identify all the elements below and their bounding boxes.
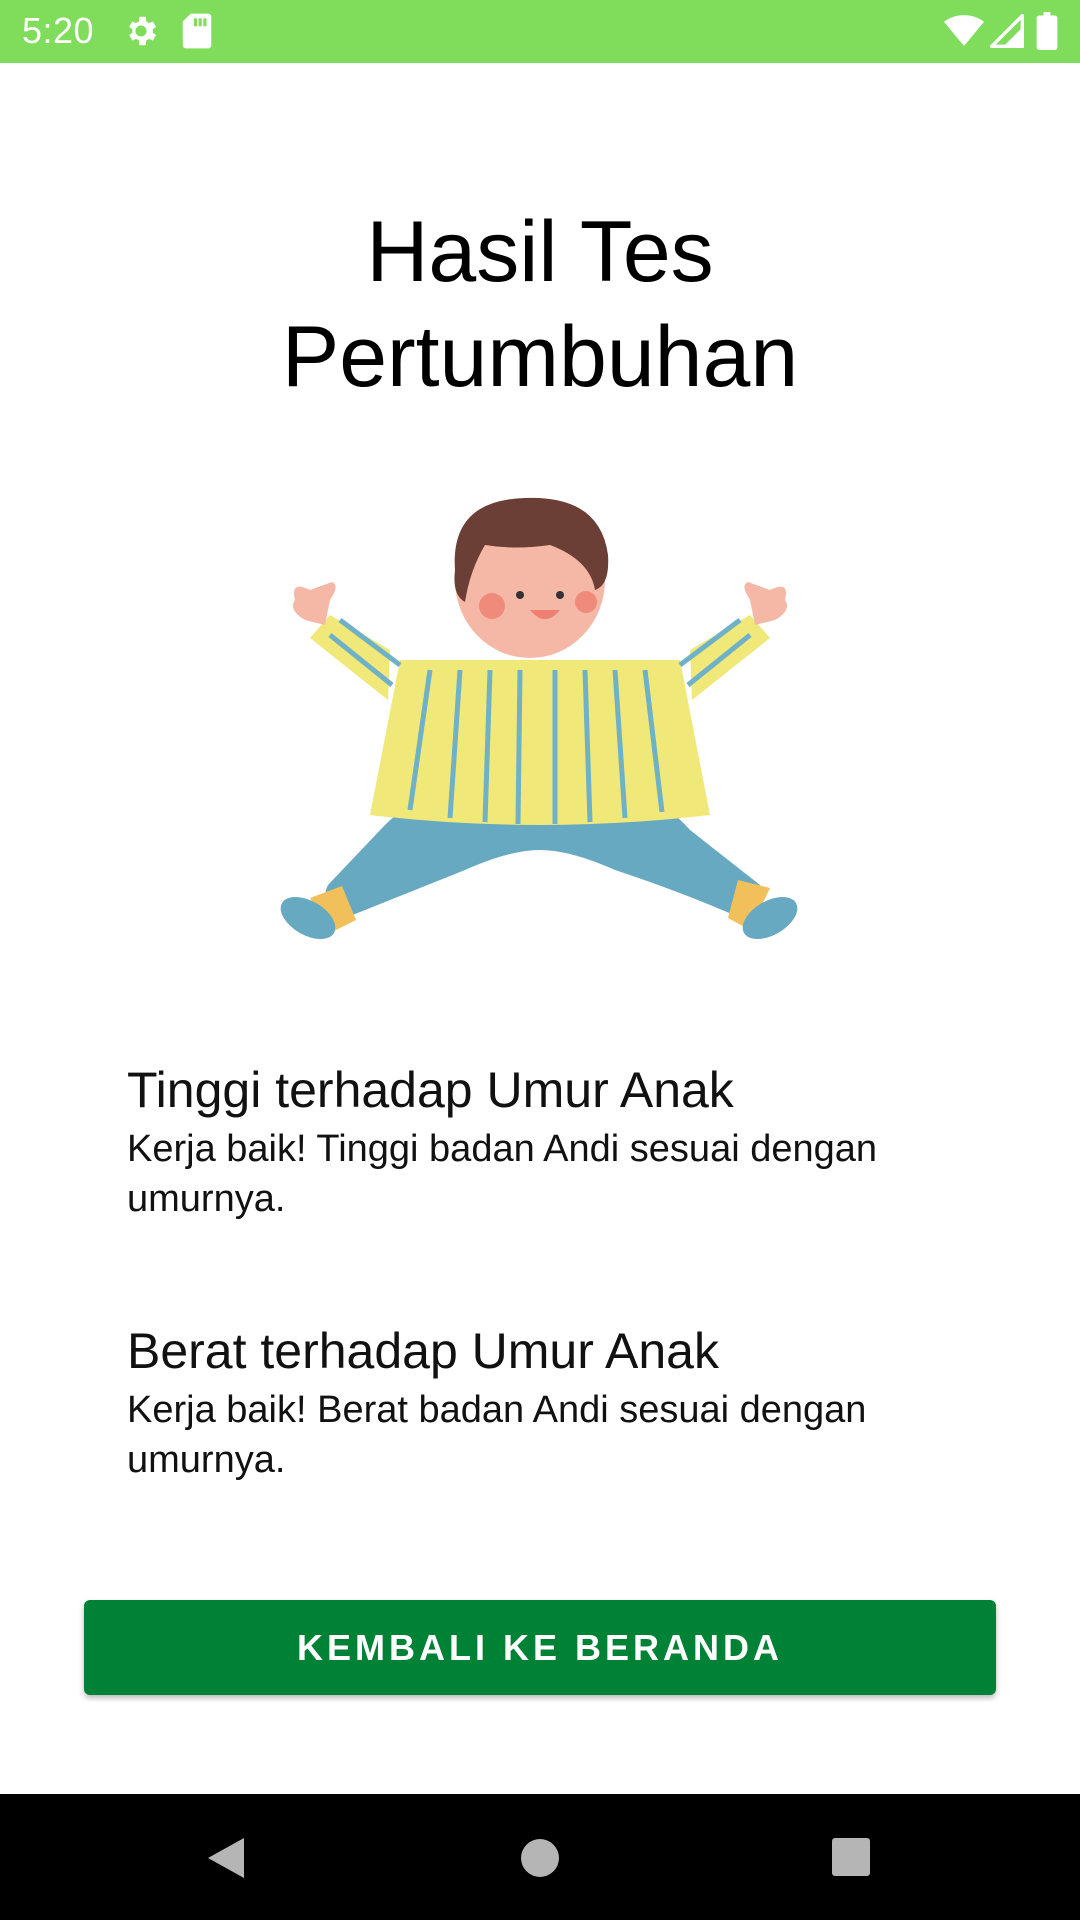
recents-icon[interactable] xyxy=(830,1836,872,1883)
back-to-home-button[interactable]: KEMBALI KE BERANDA xyxy=(84,1600,996,1695)
page-title: Hasil Tes Pertumbuhan xyxy=(0,200,1080,410)
wifi-icon xyxy=(944,14,984,53)
weight-result-section: Berat terhadap Umur Anak Kerja baik! Ber… xyxy=(127,1321,977,1485)
height-result-description: Kerja baik! Tinggi badan Andi sesuai den… xyxy=(127,1128,877,1220)
home-icon[interactable] xyxy=(518,1836,562,1885)
status-bar: 5:20 xyxy=(0,0,1080,63)
sd-card-icon xyxy=(180,12,214,55)
signal-icon xyxy=(987,11,1024,53)
battery-icon xyxy=(1036,12,1058,55)
height-result-title: Tinggi terhadap Umur Anak xyxy=(127,1062,734,1118)
page-title-line2: Pertumbuhan xyxy=(281,309,799,405)
settings-icon xyxy=(122,12,160,55)
child-illustration xyxy=(270,490,810,960)
status-time: 5:20 xyxy=(22,10,95,51)
navigation-bar xyxy=(0,1794,1080,1920)
height-result-section: Tinggi terhadap Umur Anak Kerja baik! Ti… xyxy=(127,1060,977,1224)
weight-result-description: Kerja baik! Berat badan Andi sesuai deng… xyxy=(127,1389,867,1481)
back-icon[interactable] xyxy=(204,1834,248,1887)
page-title-line1: Hasil Tes xyxy=(366,204,714,300)
weight-result-title: Berat terhadap Umur Anak xyxy=(127,1323,719,1379)
